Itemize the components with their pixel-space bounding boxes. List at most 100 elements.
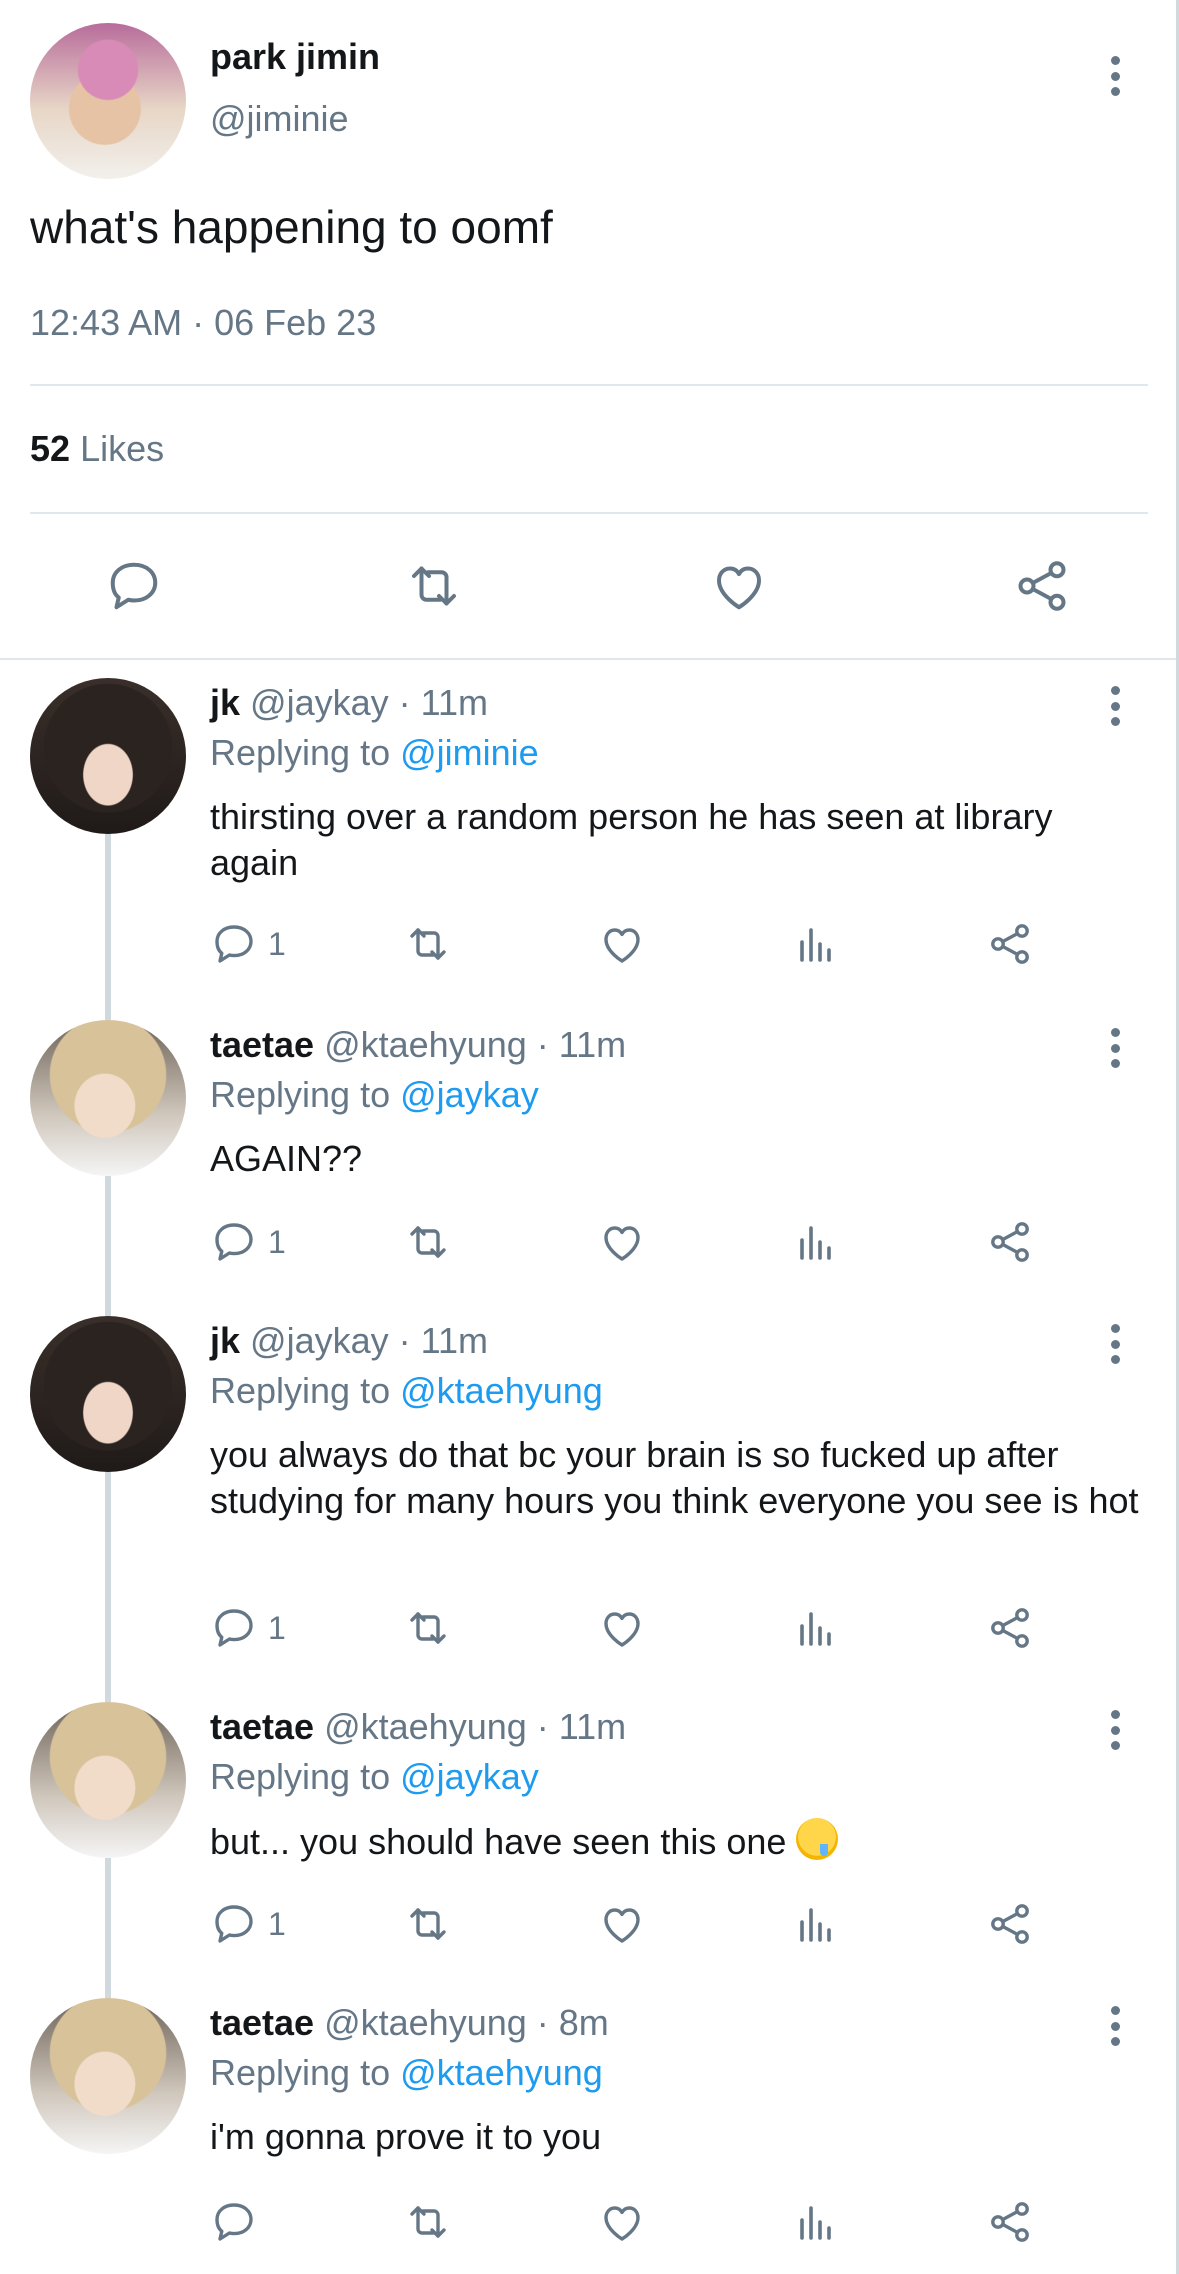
- avatar[interactable]: [30, 1702, 186, 1858]
- share-icon[interactable]: [986, 2198, 1034, 2246]
- avatar[interactable]: [30, 1020, 186, 1176]
- thread-line: [105, 1176, 111, 1316]
- replying-to: Replying to @jaykay: [210, 1074, 539, 1116]
- views-icon[interactable]: [792, 1900, 840, 1948]
- avatar[interactable]: [30, 1998, 186, 2154]
- reply-author-name[interactable]: taetae: [210, 2002, 314, 2043]
- comment-icon: [215, 2203, 253, 2241]
- share-icon[interactable]: [1012, 556, 1072, 616]
- reply-meta: @ktaehyung · 11m: [324, 1024, 627, 1065]
- author-name[interactable]: park jimin: [210, 36, 380, 78]
- reply-count: 1: [268, 1609, 286, 1646]
- views-icon[interactable]: [792, 920, 840, 968]
- likes-label: Likes: [80, 428, 165, 469]
- retweet-icon[interactable]: [404, 2198, 452, 2246]
- divider: [0, 658, 1176, 660]
- reply-header: taetae @ktaehyung · 11m: [210, 1706, 626, 1748]
- avatar[interactable]: [30, 678, 186, 834]
- avatar[interactable]: [30, 23, 186, 179]
- share-icon[interactable]: [986, 1604, 1034, 1652]
- more-options-icon[interactable]: [1109, 1710, 1121, 1750]
- comment-icon: [215, 1609, 253, 1647]
- replying-to: Replying to @ktaehyung: [210, 2052, 603, 2094]
- tweet-timestamp[interactable]: 12:43 AM · 06 Feb 23: [30, 302, 376, 344]
- like-icon[interactable]: [709, 556, 769, 616]
- reply-text: i'm gonna prove it to you: [210, 2116, 602, 2157]
- reply-button[interactable]: 1: [210, 1900, 286, 1948]
- replying-label: Replying to: [210, 1756, 391, 1797]
- replying-label: Replying to: [210, 1074, 391, 1115]
- views-icon[interactable]: [792, 2198, 840, 2246]
- like-icon[interactable]: [598, 1218, 646, 1266]
- thread-line: [105, 1472, 111, 1702]
- reply-count: 1: [268, 1905, 286, 1942]
- more-options-icon[interactable]: [1109, 686, 1121, 726]
- reply-author-name[interactable]: jk: [210, 1320, 240, 1361]
- comment-icon: [215, 1905, 253, 1943]
- thread-line: [105, 834, 111, 1020]
- reply-meta: @ktaehyung · 8m: [324, 2002, 609, 2043]
- more-options-icon[interactable]: [1109, 1028, 1121, 1068]
- reply-author-name[interactable]: taetae: [210, 1024, 314, 1065]
- reply-count: 1: [268, 1223, 286, 1260]
- replying-label: Replying to: [210, 732, 391, 773]
- retweet-icon[interactable]: [404, 920, 452, 968]
- share-icon[interactable]: [986, 1900, 1034, 1948]
- like-icon[interactable]: [598, 2198, 646, 2246]
- more-options-icon[interactable]: [1109, 1324, 1121, 1364]
- divider: [30, 512, 1148, 514]
- drooling-face-emoji: [796, 1818, 839, 1860]
- comment-icon: [215, 925, 253, 963]
- more-options-icon[interactable]: [1109, 2006, 1121, 2046]
- retweet-icon[interactable]: [404, 1218, 452, 1266]
- retweet-icon[interactable]: [404, 1900, 452, 1948]
- avatar[interactable]: [30, 1316, 186, 1472]
- share-icon[interactable]: [986, 920, 1034, 968]
- tweet-text: what's happening to oomf: [30, 201, 553, 253]
- reply-header: jk @jaykay · 11m: [210, 1320, 488, 1362]
- like-icon[interactable]: [598, 1900, 646, 1948]
- divider: [30, 384, 1148, 386]
- reply-button[interactable]: [210, 2198, 268, 2246]
- more-options-icon[interactable]: [1109, 56, 1121, 96]
- replying-label: Replying to: [210, 2052, 391, 2093]
- replying-to: Replying to @ktaehyung: [210, 1370, 603, 1412]
- likes-count[interactable]: 52 Likes: [30, 428, 164, 470]
- reply-button[interactable]: 1: [210, 1218, 286, 1266]
- replying-to: Replying to @jiminie: [210, 732, 539, 774]
- replying-label: Replying to: [210, 1370, 391, 1411]
- reply-text: AGAIN??: [210, 1138, 363, 1179]
- like-icon[interactable]: [598, 920, 646, 968]
- reply-text: but... you should have seen this one: [210, 1821, 787, 1862]
- reply-header: jk @jaykay · 11m: [210, 682, 488, 724]
- mention-link[interactable]: @jaykay: [400, 1074, 539, 1115]
- reply-text-row: but... you should have seen this one: [210, 1818, 1140, 1865]
- reply-button[interactable]: 1: [210, 920, 286, 968]
- reply-meta: @jaykay · 11m: [250, 682, 488, 723]
- share-icon[interactable]: [986, 1218, 1034, 1266]
- reply-text: you always do that bc your brain is so f…: [210, 1434, 1139, 1521]
- thread-line: [105, 1858, 111, 1998]
- mention-link[interactable]: @jaykay: [400, 1756, 539, 1797]
- reply-meta: @ktaehyung · 11m: [324, 1706, 627, 1747]
- author-handle[interactable]: @jiminie: [210, 98, 349, 140]
- reply-button[interactable]: 1: [210, 1604, 286, 1652]
- mention-link[interactable]: @ktaehyung: [400, 1370, 603, 1411]
- mention-link[interactable]: @ktaehyung: [400, 2052, 603, 2093]
- retweet-icon[interactable]: [404, 1604, 452, 1652]
- reply-author-name[interactable]: jk: [210, 682, 240, 723]
- retweet-icon[interactable]: [404, 556, 464, 616]
- views-icon[interactable]: [792, 1604, 840, 1652]
- like-icon[interactable]: [598, 1604, 646, 1652]
- comment-icon[interactable]: [104, 556, 164, 616]
- reply-text: thirsting over a random person he has se…: [210, 796, 1053, 883]
- views-icon[interactable]: [792, 1218, 840, 1266]
- reply-author-name[interactable]: taetae: [210, 1706, 314, 1747]
- mention-link[interactable]: @jiminie: [400, 732, 539, 773]
- replying-to: Replying to @jaykay: [210, 1756, 539, 1798]
- reply-count: 1: [268, 925, 286, 962]
- tweet-detail-page: park jimin @jiminie what's happening to …: [0, 0, 1176, 2274]
- likes-number: 52: [30, 428, 71, 469]
- reply-header: taetae @ktaehyung · 8m: [210, 2002, 609, 2044]
- reply-meta: @jaykay · 11m: [250, 1320, 488, 1361]
